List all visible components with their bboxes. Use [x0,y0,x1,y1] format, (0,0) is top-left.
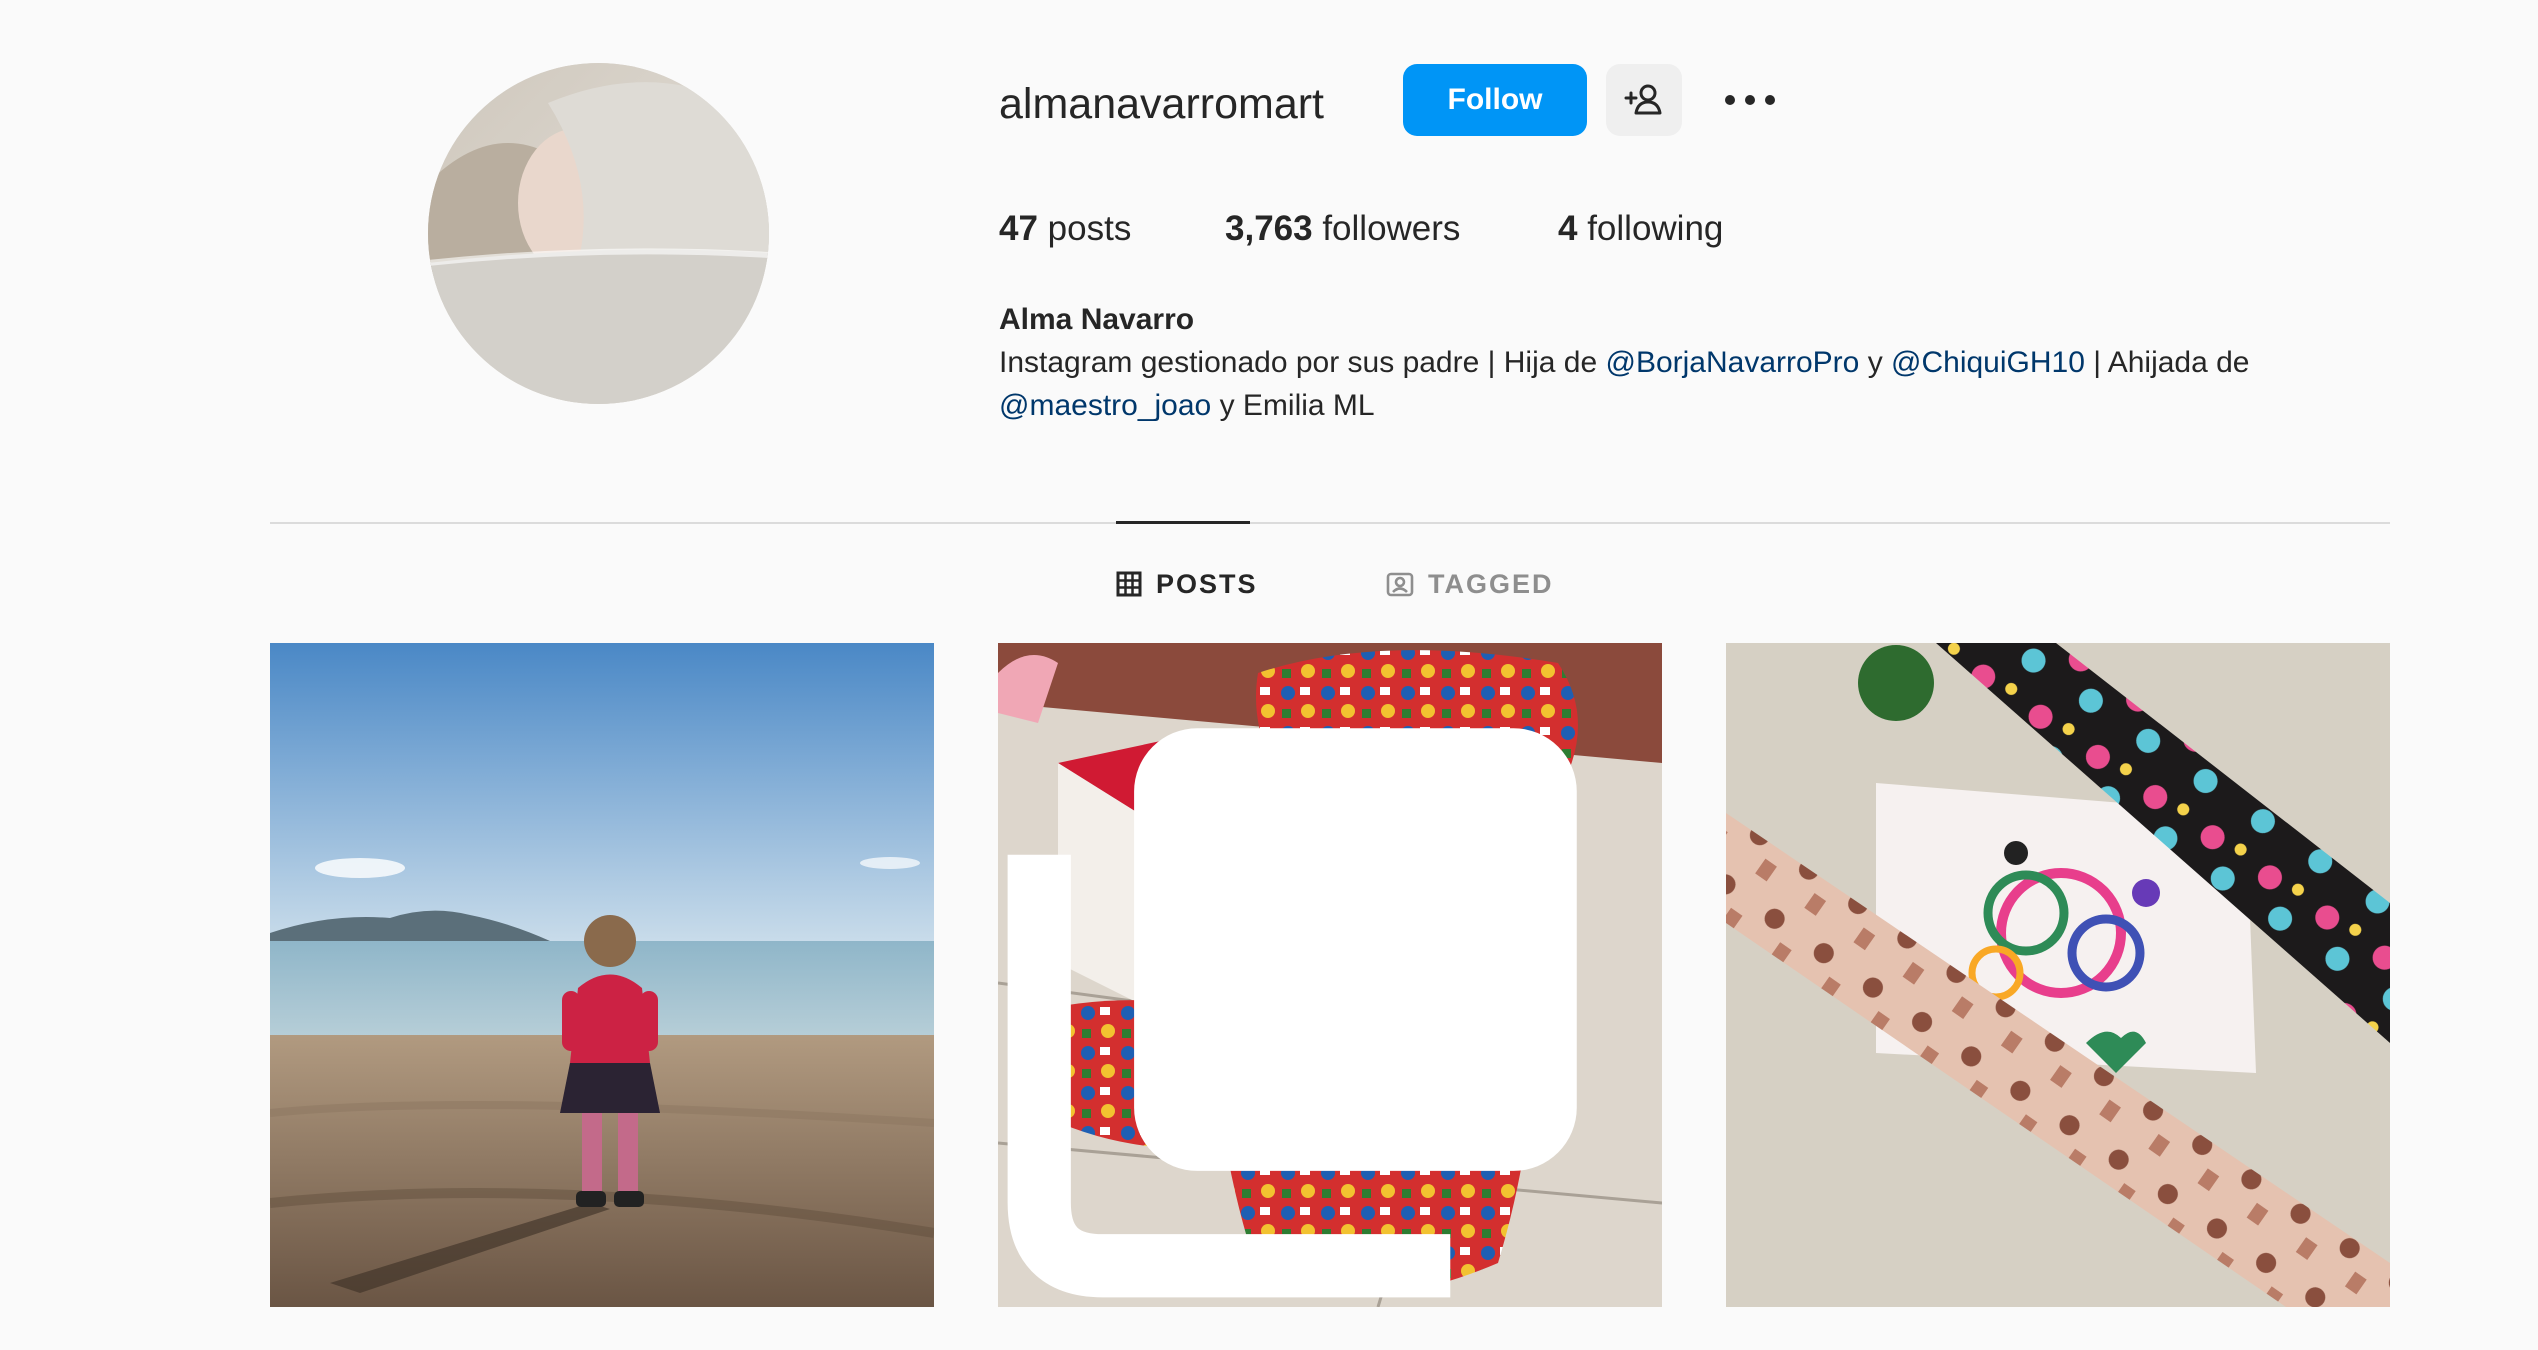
add-user-icon [1624,84,1662,115]
post-thumbnail-3[interactable] [1726,643,2390,1307]
following-count-value: 4 [1558,209,1578,248]
follow-button[interactable]: Follow [1403,64,1587,136]
bio-line-1: Instagram gestionado por sus padre | Hij… [999,341,2379,384]
active-tab-indicator [1116,521,1250,524]
posts-count-label: posts [1047,209,1132,248]
bio-mention-borjanavarropro[interactable]: @BorjaNavarroPro [1605,346,1859,379]
bio-text: Instagram gestionado por sus padre | Hij… [999,346,1606,379]
bio-mention-chiquigh10[interactable]: @ChiquiGH10 [1891,346,2085,379]
bio-text: | Ahijada de [2084,346,2250,379]
bio-text: y [1859,346,1892,379]
bio-line-2: @maestro_joao y Emilia ML [999,384,2379,427]
tab-tagged[interactable]: TAGGED [1386,560,1554,608]
profile-avatar[interactable] [428,63,769,404]
bio-mention-maestro-joao[interactable]: @maestro_joao [999,389,1211,422]
tab-posts-label: POSTS [1156,568,1258,599]
profile-stats: 47 posts 3,763 followers 4 following [999,204,1723,254]
followers-count-label: followers [1322,209,1461,248]
profile-full-name: Alma Navarro [999,303,1195,336]
followers-link[interactable]: 3,763 followers [1225,204,1558,254]
tab-posts[interactable]: POSTS [1116,560,1258,608]
posts-count: 47 posts [999,204,1225,254]
multiple-photos-icon [1007,728,1577,1298]
tagged-icon [1386,572,1414,597]
post-image-ribbons [1726,643,2390,1307]
avatar-photo [428,63,769,404]
bio-text: y Emilia ML [1211,389,1375,422]
tab-tagged-label: TAGGED [1428,568,1554,599]
tabs-divider [270,522,2390,524]
grid-icon [1116,571,1142,597]
following-link[interactable]: 4 following [1558,204,1723,254]
followers-count-value: 3,763 [1225,209,1313,248]
post-thumbnail-2[interactable] [998,643,1662,1307]
suggested-users-button[interactable] [1606,64,1682,136]
more-dots-icon [1725,95,1775,105]
post-image-beach [270,643,934,1307]
more-options-button[interactable] [1720,70,1780,130]
following-count-label: following [1587,209,1724,248]
post-thumbnail-1[interactable] [270,643,934,1307]
posts-count-value: 47 [999,209,1038,248]
profile-bio: Instagram gestionado por sus padre | Hij… [999,341,2379,427]
profile-username[interactable]: almanavarromart [999,74,1324,134]
